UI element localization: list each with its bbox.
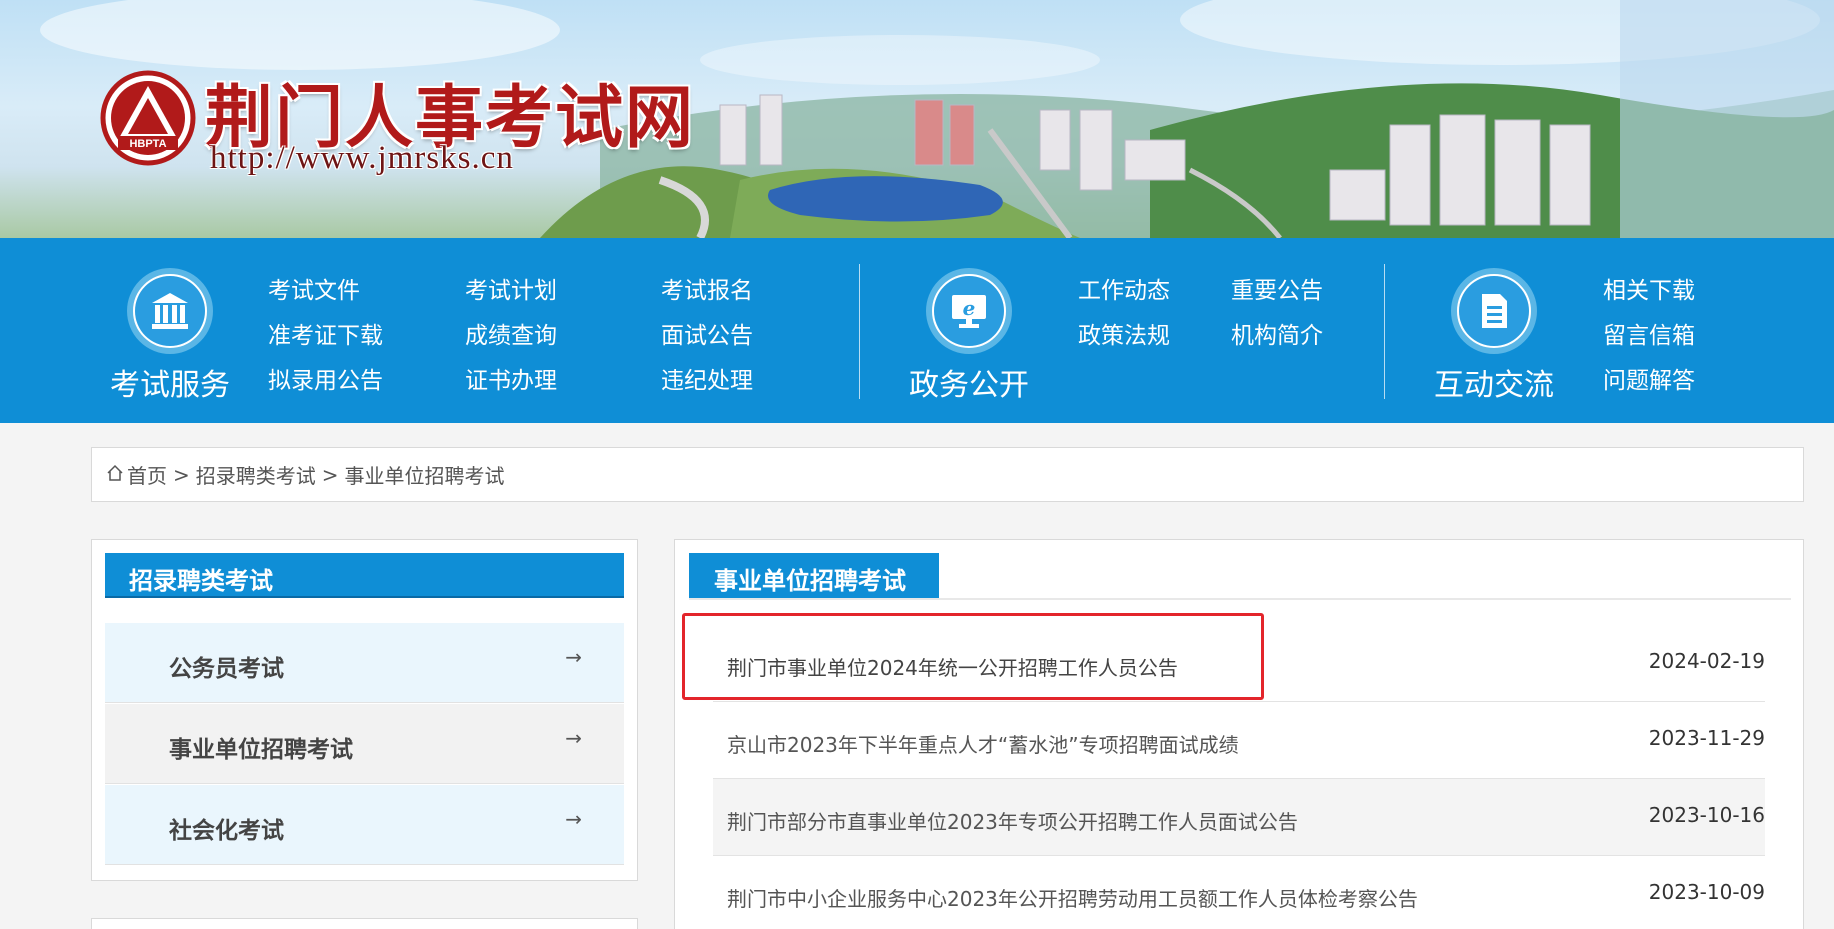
nav-link-hiring-notice[interactable]: 拟录用公告 <box>268 361 383 395</box>
nav-link-policy[interactable]: 政策法规 <box>1078 316 1170 350</box>
nav-group-interaction: 互动交流 相关下载 留言信箱 问题解答 <box>1385 238 1834 423</box>
nav-title-gov-affairs[interactable]: 政务公开 <box>909 360 1029 404</box>
news-row[interactable]: 荆门市中小企业服务中心2023年公开招聘劳动用工员额工作人员体检考察公告 202… <box>713 856 1765 929</box>
news-date: 2023-10-09 <box>1648 880 1765 904</box>
nav-link-about[interactable]: 机构简介 <box>1231 316 1323 350</box>
svg-text:HBPTA: HBPTA <box>129 138 166 150</box>
site-banner: HBPTA 荆门人事考试网 http://www.jmrsks.cn <box>0 0 1834 238</box>
arrow-right-icon: → <box>565 645 582 669</box>
news-list-panel: 事业单位招聘考试 荆门市事业单位2024年统一公开招聘工作人员公告 2024-0… <box>674 539 1804 929</box>
nav-link-faq[interactable]: 问题解答 <box>1603 361 1695 395</box>
computer-ie-icon[interactable]: e <box>926 268 1012 354</box>
nav-group-exam-service: 考试服务 考试文件 考试计划 考试报名 准考证下载 成绩查询 面试公告 拟录用公… <box>0 238 860 423</box>
nav-group-gov-affairs: e 政务公开 工作动态 重要公告 政策法规 机构简介 <box>860 238 1384 423</box>
sidebar-item-public-institution[interactable]: 事业单位招聘考试 → <box>105 704 624 784</box>
arrow-right-icon: → <box>565 807 582 831</box>
hbpta-logo-icon: HBPTA <box>100 70 196 166</box>
nav-link-certificate[interactable]: 证书办理 <box>465 361 557 395</box>
building-icon[interactable] <box>127 268 213 354</box>
nav-link-downloads[interactable]: 相关下载 <box>1603 271 1695 305</box>
news-row[interactable]: 荆门市部分市直事业单位2023年专项公开招聘工作人员面试公告 2023-10-1… <box>713 779 1765 856</box>
home-icon[interactable] <box>106 463 124 487</box>
breadcrumb-current: 事业单位招聘考试 <box>344 464 505 488</box>
news-list-header: 事业单位招聘考试 <box>689 553 939 598</box>
news-date: 2024-02-19 <box>1648 649 1765 673</box>
nav-link-exam-plan[interactable]: 考试计划 <box>465 271 557 305</box>
news-row[interactable]: 京山市2023年下半年重点人才“蓄水池”专项招聘面试成绩 2023-11-29 <box>713 702 1765 779</box>
sidebar-item-social-exam[interactable]: 社会化考试 → <box>105 785 624 865</box>
news-date: 2023-11-29 <box>1648 726 1765 750</box>
nav-title-exam-service[interactable]: 考试服务 <box>110 360 230 404</box>
sidebar-item-civil-servant[interactable]: 公务员考试 → <box>105 623 624 703</box>
nav-link-exam-registration[interactable]: 考试报名 <box>661 271 753 305</box>
breadcrumb-separator: > <box>321 462 339 487</box>
nav-link-score-query[interactable]: 成绩查询 <box>465 316 557 350</box>
sidebar-item-label: 公务员考试 <box>169 656 284 682</box>
sidebar-item-label: 事业单位招聘考试 <box>169 737 353 763</box>
news-title-link[interactable]: 荆门市事业单位2024年统一公开招聘工作人员公告 <box>727 652 1178 681</box>
nav-link-admission-ticket[interactable]: 准考证下载 <box>268 316 383 350</box>
header-underline <box>689 598 1791 600</box>
nav-link-interview-notice[interactable]: 面试公告 <box>661 316 753 350</box>
news-title-link[interactable]: 荆门市中小企业服务中心2023年公开招聘劳动用工员额工作人员体检考察公告 <box>727 883 1418 912</box>
news-list-title: 事业单位招聘考试 <box>714 567 906 595</box>
news-title-link[interactable]: 京山市2023年下半年重点人才“蓄水池”专项招聘面试成绩 <box>727 729 1239 758</box>
nav-link-mailbox[interactable]: 留言信箱 <box>1603 316 1695 350</box>
arrow-right-icon: → <box>565 726 582 750</box>
breadcrumb-recruit-exams[interactable]: 招录聘类考试 <box>196 460 316 489</box>
document-icon[interactable] <box>1451 268 1537 354</box>
sidebar-panel-secondary <box>91 918 638 929</box>
nav-link-work-news[interactable]: 工作动态 <box>1078 271 1170 305</box>
sidebar-title: 招录聘类考试 <box>129 567 273 595</box>
nav-link-violation[interactable]: 违纪处理 <box>661 361 753 395</box>
sidebar-panel: 招录聘类考试 公务员考试 → 事业单位招聘考试 → 社会化考试 → <box>91 539 638 881</box>
news-date: 2023-10-16 <box>1648 803 1765 827</box>
nav-title-interaction[interactable]: 互动交流 <box>1434 360 1554 404</box>
breadcrumb: 首页 > 招录聘类考试 > 事业单位招聘考试 <box>91 447 1804 502</box>
nav-link-exam-docs[interactable]: 考试文件 <box>268 271 360 305</box>
main-nav: 考试服务 考试文件 考试计划 考试报名 准考证下载 成绩查询 面试公告 拟录用公… <box>0 238 1834 423</box>
svg-text:e: e <box>963 296 976 320</box>
sidebar-item-label: 社会化考试 <box>169 818 284 844</box>
breadcrumb-home[interactable]: 首页 <box>127 460 167 489</box>
sidebar-header: 招录聘类考试 <box>105 553 624 598</box>
news-title-link[interactable]: 荆门市部分市直事业单位2023年专项公开招聘工作人员面试公告 <box>727 806 1298 835</box>
news-row[interactable]: 荆门市事业单位2024年统一公开招聘工作人员公告 2024-02-19 <box>713 625 1765 702</box>
site-url: http://www.jmrsks.cn <box>210 140 514 176</box>
nav-link-important-notice[interactable]: 重要公告 <box>1231 271 1323 305</box>
breadcrumb-separator: > <box>173 462 190 487</box>
